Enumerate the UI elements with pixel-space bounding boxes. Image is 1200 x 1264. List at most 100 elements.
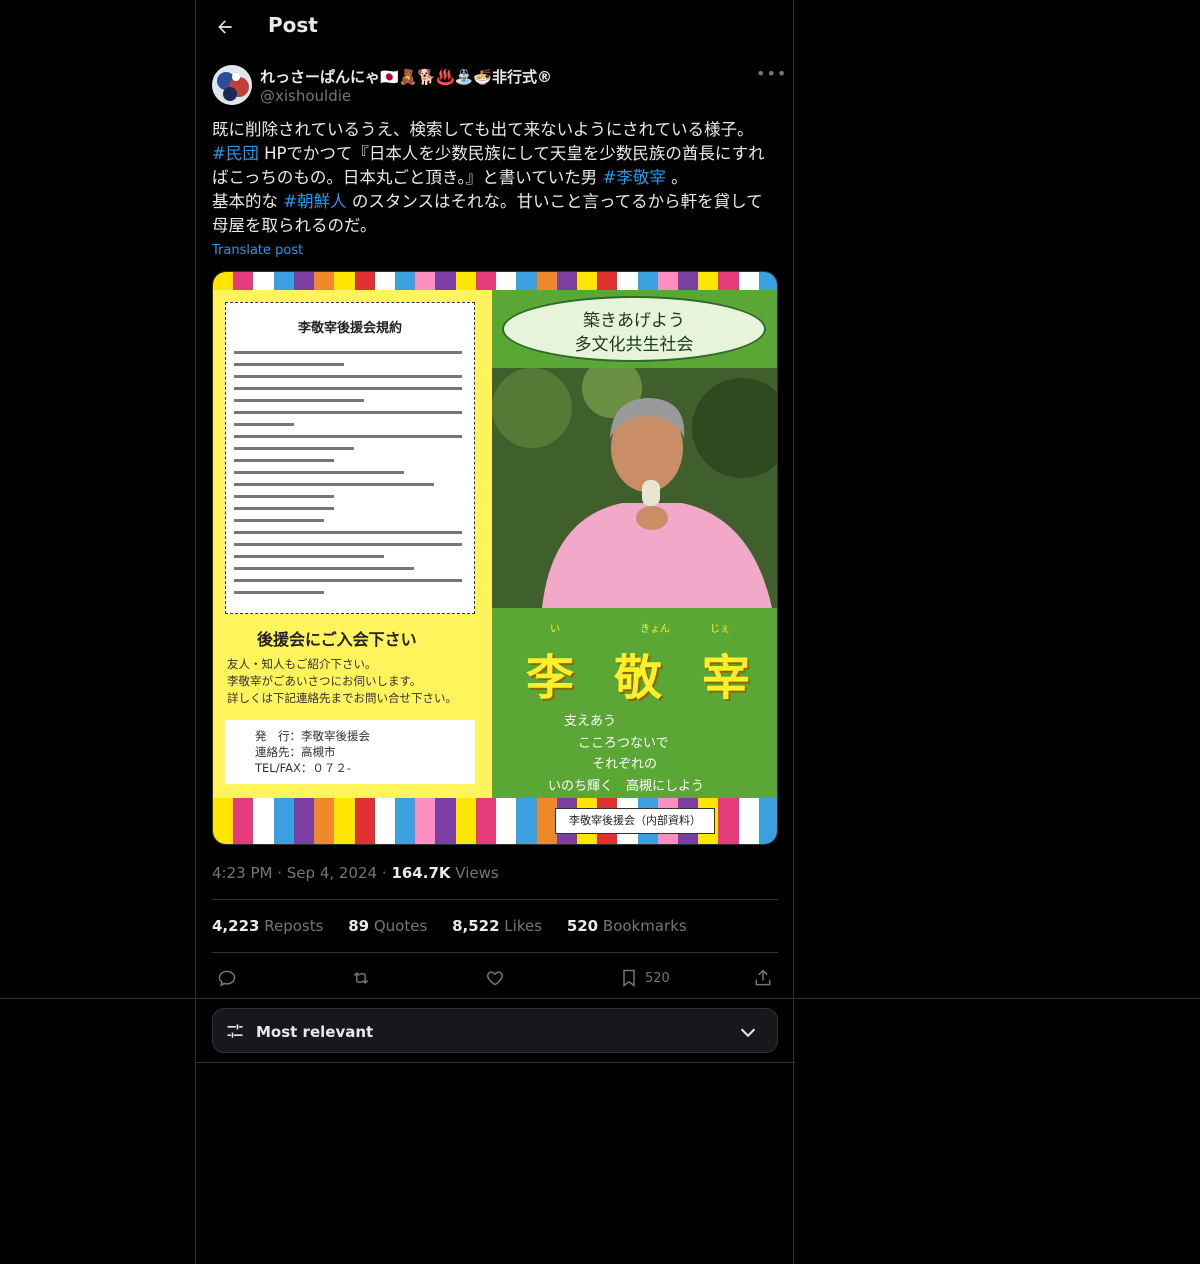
ruby-text: い [550,624,560,635]
tweet-text-segment: 既に削除されているうえ、検索しても出て来ないようにされている様子。 [212,120,754,139]
like-heart-icon[interactable] [485,965,505,991]
meta-separator: · [277,864,283,882]
ruby-text: きょん [640,624,670,635]
join-line: 李敬宰がごあいさつにお伺いします。 [227,674,422,688]
stat-label: Reposts [264,917,324,935]
attached-image[interactable]: 李敬宰後援会規約 後援会にご入会下さい 友人・知人もご紹介下さい。 李敬宰がごあ… [212,271,778,845]
publisher-line: 発 行：李敬宰後援会 [255,729,370,743]
rules-title: 李敬宰後援会規約 [297,321,402,336]
rule-text [234,399,364,402]
bookmark-icon [623,969,635,987]
post-date[interactable]: Sep 4, 2024 [287,864,377,882]
rule-text [234,459,334,462]
header: Post [196,0,795,54]
rule-text [234,507,334,510]
rule-text [234,447,354,450]
stat-label: Quotes [373,917,428,935]
stat-count: 89 [348,917,370,935]
rule-text [234,351,462,354]
stat-count: 4,223 [212,917,260,935]
hashtag-name[interactable]: #李敬宰 [603,168,666,187]
author-handle[interactable]: @xishouldie [260,87,351,105]
tweet-text-segment: HPでかつて『日本人を少数民族にして天皇を少数民族の酋長にすれ [258,144,765,163]
divider [212,899,778,900]
tweet-text-segment: 母屋を取られるのだ。 [212,216,377,235]
tweet-line: #民団 HPでかつて『日本人を少数民族にして天皇を少数民族の酋長にすれ [212,142,782,166]
ruby-text: じぇ [710,624,730,635]
page-title: Post [268,13,318,37]
stat-label: Likes [504,917,543,935]
slogan-line: 築きあげよう [583,311,685,331]
rule-text [234,375,462,378]
tweet-line: 母屋を取られるのだ。 [212,214,782,238]
poem-line: それぞれの [592,757,658,772]
stat-count: 520 [566,917,599,935]
publisher-line: 連絡先：高槻市 [255,745,336,759]
tweet-text-segment: のスタンスはそれな。甘いこと言ってるから軒を貸して [346,192,763,211]
rule-text [234,531,462,534]
meta-separator: · [381,864,387,882]
tweet-text-segment: ばこっちのもの。日本丸ごと頂き。』と書いていた男 [212,168,603,187]
more-options-icon[interactable]: ••• [756,64,786,86]
flyer-left-panel: 李敬宰後援会規約 後援会にご入会下さい 友人・知人もご紹介下さい。 李敬宰がごあ… [213,290,492,798]
bookmark-button[interactable]: 520 [619,965,670,991]
full-width-divider [0,998,1200,999]
hashtag-mindan[interactable]: #民団 [212,144,259,163]
poem-line: 支えあう [564,714,617,729]
reply-icon[interactable] [217,965,237,991]
sliders-icon [227,1024,243,1038]
join-line: 詳しくは下記連絡先までお問い合せ下さい。 [227,691,457,705]
rule-text [234,483,434,486]
main-column: Post れっさーぱんにゃ🇯🇵🧸🐕♨️⛲🍜非行式® @xishouldie ••… [195,0,795,1264]
divider [212,952,778,953]
views-count: 164.7K [391,864,451,882]
likes-stat[interactable]: 8,522 Likes [452,917,542,935]
rule-text [234,591,324,594]
divider [196,1062,795,1063]
share-icon[interactable] [753,965,773,991]
chevron-down-icon [740,1028,756,1038]
tweet-text-segment: 基本的な [212,192,284,211]
rule-text [234,423,294,426]
poem-line: いのち輝く 高槻にしよう [548,779,705,794]
internal-label: 李敬宰後援会（内部資料） [555,808,715,834]
publisher-box: 発 行：李敬宰後援会 連絡先：高槻市 TEL/FAX：０７２- [225,720,475,784]
reposts-stat[interactable]: 4,223 Reposts [212,917,323,935]
rule-text [234,567,414,570]
rule-text [234,387,462,390]
rule-text [234,519,324,522]
repost-icon[interactable] [351,965,371,991]
tweet-line: 既に削除されているうえ、検索しても出て来ないようにされている様子。 [212,118,782,142]
hashtag-korean[interactable]: #朝鮮人 [283,192,346,211]
engagement-stats: 4,223 Reposts 89 Quotes 8,522 Likes 520 … [212,917,707,935]
rule-text [234,543,462,546]
sort-replies-dropdown[interactable]: Most relevant [212,1008,778,1053]
rule-text [234,411,462,414]
color-stripe-top [213,272,777,290]
quotes-stat[interactable]: 89 Quotes [348,917,427,935]
rules-box: 李敬宰後援会規約 [225,302,475,614]
avatar[interactable] [212,65,252,105]
flyer-right-panel: 築きあげよう 多文化共生社会 い きょん じぇ 李敬宰 支えあう こころつないで… [492,290,777,798]
join-line: 友人・知人もご紹介下さい。 [227,657,377,671]
tweet-text: 既に削除されているうえ、検索しても出て来ないようにされている様子。 #民団 HP… [212,118,782,238]
author-name[interactable]: れっさーぱんにゃ🇯🇵🧸🐕♨️⛲🍜非行式® [260,66,552,87]
poem-line: こころつないで [578,736,669,751]
slogan-oval: 築きあげよう 多文化共生社会 [502,296,766,362]
rule-text [234,555,384,558]
bookmark-count: 520 [645,970,670,986]
translate-post-link[interactable]: Translate post [212,243,303,258]
views-label: Views [455,864,499,882]
rule-text [234,363,344,366]
post-time[interactable]: 4:23 PM [212,864,272,882]
bookmarks-stat[interactable]: 520 Bookmarks [567,917,687,935]
slogan-line: 多文化共生社会 [574,335,694,355]
sort-label: Most relevant [256,1023,374,1041]
rule-text [234,435,462,438]
stat-count: 8,522 [452,917,500,935]
tweet-line: 基本的な #朝鮮人 のスタンスはそれな。甘いこと言ってるから軒を貸して [212,190,782,214]
tweet-text-segment: 。 [665,168,688,187]
rule-text [234,579,462,582]
join-heading: 後援会にご入会下さい [257,630,417,649]
back-arrow-icon[interactable] [210,12,240,42]
